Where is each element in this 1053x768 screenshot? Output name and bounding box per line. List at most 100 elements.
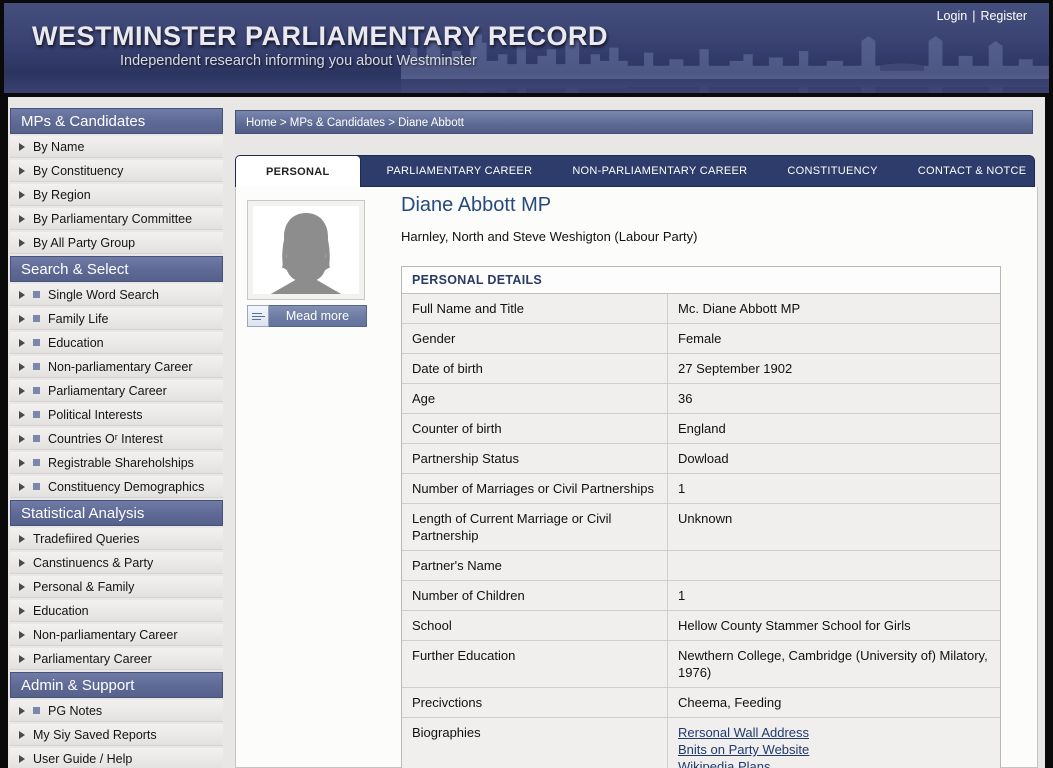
- bullet-square-icon: [33, 435, 40, 442]
- sidebar-item-label: By All Party Group: [33, 236, 135, 250]
- tab-non-parliamentary-career[interactable]: NON-PARLIAMENTARY CAREER: [552, 156, 767, 186]
- sidebar-item-non-parliamentary-career-stats[interactable]: Non-parliamentary Career: [10, 624, 223, 646]
- sidebar-item-my-saved-reports[interactable]: My Siy Saved Reports: [10, 724, 223, 746]
- arrow-right-icon: [19, 291, 25, 299]
- login-link[interactable]: Login: [937, 9, 968, 23]
- mp-constituency-line: Harnley, North and Steve Weshigton (Labo…: [401, 229, 698, 244]
- sidebar-item-tradefiired-queries[interactable]: Tradefiired Queries: [10, 528, 223, 550]
- arrow-right-icon: [19, 483, 25, 491]
- table-row: Length of Current Marriage or Civil Part…: [402, 504, 1000, 551]
- detail-value: Newthern College, Cambridge (University …: [668, 641, 1000, 687]
- sidebar-item-label: By Region: [33, 188, 91, 202]
- biography-link-wikipedia[interactable]: Wikipedia Plans: [678, 758, 990, 768]
- table-row: Full Name and TitleMc. Diane Abbott MP: [402, 294, 1000, 324]
- detail-value-links: Rersonal Wall Address Bnits on Party Web…: [668, 718, 1000, 768]
- arrow-right-icon: [19, 215, 25, 223]
- sidebar-item-education-stats[interactable]: Education: [10, 600, 223, 622]
- detail-label: Age: [402, 384, 668, 413]
- tab-parliamentary-career[interactable]: PARLIAMENTARY CAREER: [367, 156, 553, 186]
- sidebar-item-label: Education: [48, 336, 104, 350]
- list-lines-icon: [247, 305, 269, 327]
- sidebar-item-label: By Name: [33, 140, 84, 154]
- arrow-right-icon: [19, 339, 25, 347]
- register-link[interactable]: Register: [980, 9, 1027, 23]
- sidebar-item-canstinuencs-party[interactable]: Canstinuencs & Party: [10, 552, 223, 574]
- detail-label: Length of Current Marriage or Civil Part…: [402, 504, 668, 550]
- breadcrumb[interactable]: Home > MPs & Candidates > Diane Abbott: [235, 110, 1033, 134]
- sidebar-item-label: My Siy Saved Reports: [33, 728, 157, 742]
- sidebar-item-countries-of-interest[interactable]: Countries Oʳ Interest: [10, 428, 223, 450]
- sidebar-item-label: Canstinuencs & Party: [33, 556, 153, 570]
- arrow-right-icon: [19, 535, 25, 543]
- sidebar-item-pg-notes[interactable]: PG Notes: [10, 700, 223, 722]
- table-row: Number of Children1: [402, 581, 1000, 611]
- detail-label: Full Name and Title: [402, 294, 668, 323]
- personal-details-table: PERSONAL DETAILS Full Name and TitleMc. …: [401, 266, 1001, 768]
- sidebar-item-label: User Guide / Help: [33, 752, 132, 766]
- sidebar-item-label: Single Word Search: [48, 288, 159, 302]
- detail-value: Female: [668, 324, 1000, 353]
- sidebar-item-education[interactable]: Education: [10, 332, 223, 354]
- sidebar-item-label: Education: [33, 604, 89, 618]
- table-row-biographies: Biographies Rersonal Wall Address Bnits …: [402, 718, 1000, 768]
- sidebar-item-parliamentary-career-stats[interactable]: Parliamentary Career: [10, 648, 223, 670]
- arrow-right-icon: [19, 435, 25, 443]
- sidebar-item-label: Non-parliamentary Career: [48, 360, 193, 374]
- site-header: WESTMINSTER PARLIAMENTARY RECORD Indepen…: [4, 3, 1049, 93]
- biography-link-party-website[interactable]: Bnits on Party Website: [678, 741, 990, 758]
- arrow-right-icon: [19, 707, 25, 715]
- sidebar-item-family-life[interactable]: Family Life: [10, 308, 223, 330]
- sidebar-item-by-name[interactable]: By Name: [10, 136, 223, 158]
- arrow-right-icon: [19, 191, 25, 199]
- sidebar-item-label: Parliamentary Career: [48, 384, 167, 398]
- sidebar-item-political-interests[interactable]: Political Interests: [10, 404, 223, 426]
- detail-value: Mc. Diane Abbott MP: [668, 294, 1000, 323]
- table-row: Age36: [402, 384, 1000, 414]
- sidebar-item-personal-family[interactable]: Personal & Family: [10, 576, 223, 598]
- page-title-mp-name: Diane Abbott MP: [401, 194, 551, 217]
- bullet-square-icon: [33, 315, 40, 322]
- sidebar-item-parliamentary-career[interactable]: Parliamentary Career: [10, 380, 223, 402]
- sidebar-item-label: Personal & Family: [33, 580, 134, 594]
- sidebar-item-single-word-search[interactable]: Single Word Search: [10, 284, 223, 306]
- sidebar-section-header-mps-candidates: MPs & Candidates: [10, 108, 223, 134]
- detail-value: England: [668, 414, 1000, 443]
- arrow-right-icon: [19, 631, 25, 639]
- detail-value: 27 September 1902: [668, 354, 1000, 383]
- detail-label: Biographies: [402, 718, 668, 768]
- sidebar-item-by-all-party-group[interactable]: By All Party Group: [10, 232, 223, 254]
- arrow-right-icon: [19, 459, 25, 467]
- tab-constituency[interactable]: CONSTITUENCY: [767, 156, 897, 186]
- sidebar-item-label: By Constituency: [33, 164, 123, 178]
- arrow-right-icon: [19, 655, 25, 663]
- detail-label: Number of Children: [402, 581, 668, 610]
- detail-value: Hellow County Stammer School for Girls: [668, 611, 1000, 640]
- sidebar-item-label: Constituency Demographics: [48, 480, 204, 494]
- sidebar-item-label: Non-parliamentary Career: [33, 628, 178, 642]
- arrow-right-icon: [19, 411, 25, 419]
- read-more-button[interactable]: Mead more: [247, 305, 367, 327]
- sidebar-item-constituency-demographics[interactable]: Constituency Demographics: [10, 476, 223, 498]
- sidebar-item-non-parliamentary-career[interactable]: Non-parliamentary Career: [10, 356, 223, 378]
- detail-value: 36: [668, 384, 1000, 413]
- arrow-right-icon: [19, 239, 25, 247]
- table-row: GenderFemale: [402, 324, 1000, 354]
- sidebar-item-user-guide-help[interactable]: User Guide / Help: [10, 748, 223, 768]
- sidebar-section-header-search-select: Search & Select: [10, 256, 223, 282]
- biography-link-personal-wall[interactable]: Rersonal Wall Address: [678, 724, 990, 741]
- sidebar-item-registrable-shareholships[interactable]: Registrable Shareholships: [10, 452, 223, 474]
- table-row: Number of Marriages or Civil Partnership…: [402, 474, 1000, 504]
- bullet-square-icon: [33, 387, 40, 394]
- tab-personal[interactable]: PERSONAL: [235, 155, 361, 187]
- sidebar-section-header-statistical-analysis: Statistical Analysis: [10, 500, 223, 526]
- sidebar-item-by-parliamentary-committee[interactable]: By Parliamentary Committee: [10, 208, 223, 230]
- tab-bar: PERSONAL PARLIAMENTARY CAREER NON-PARLIA…: [235, 155, 1035, 187]
- mp-photo-placeholder: [247, 200, 365, 300]
- sidebar-item-label: Family Life: [48, 312, 108, 326]
- sidebar-item-by-region[interactable]: By Region: [10, 184, 223, 206]
- sidebar-item-by-constituency[interactable]: By Constituency: [10, 160, 223, 182]
- tab-contact-notce[interactable]: CONTACT & NOTCE: [898, 156, 1047, 186]
- personal-details-heading: PERSONAL DETAILS: [402, 267, 1000, 294]
- detail-label: Gender: [402, 324, 668, 353]
- site-title: WESTMINSTER PARLIAMENTARY RECORD: [32, 21, 608, 52]
